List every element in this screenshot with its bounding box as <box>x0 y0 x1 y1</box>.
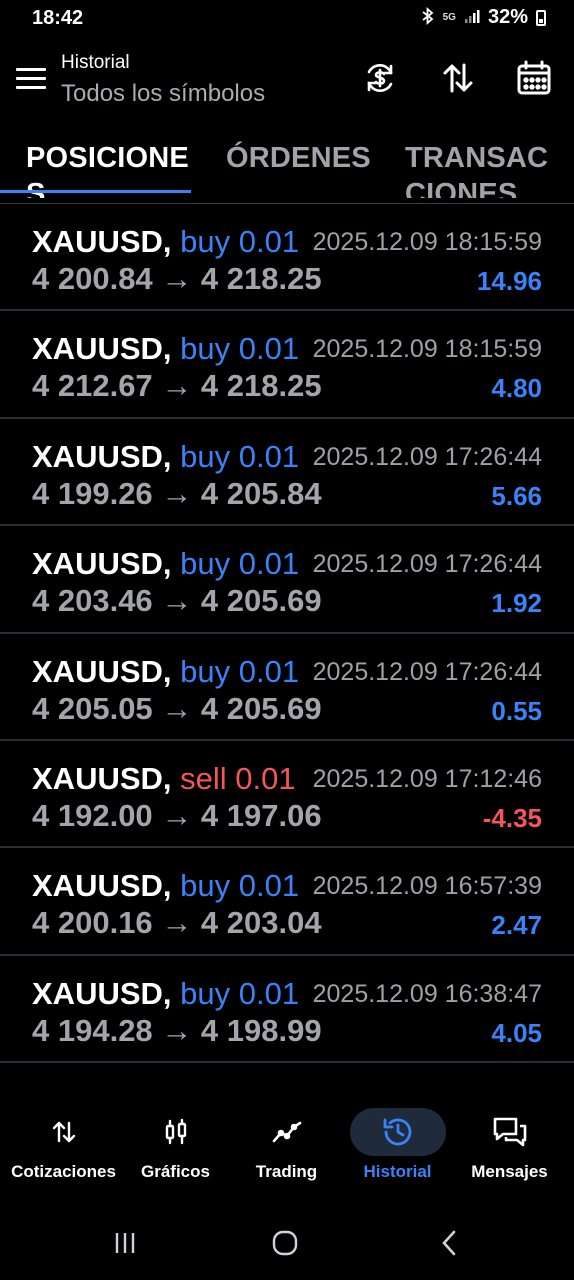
nav-quotes[interactable]: Cotizaciones <box>6 1100 121 1195</box>
trade-side: buy 0.01 <box>180 868 300 904</box>
profit-value: 1.92 <box>491 588 542 619</box>
symbol-label: XAUUSD, <box>32 224 172 259</box>
app-header: Historial Todos los símbolos <box>0 38 574 128</box>
position-row[interactable]: XAUUSD, buy 0.01 2025.12.09 17:26:44 4 205… <box>0 634 574 741</box>
tab-orders[interactable]: ÓRDENES <box>226 140 371 198</box>
symbol-label: XAUUSD, <box>32 975 172 1011</box>
status-bar: 18:42 5G 32% <box>0 0 574 38</box>
battery-icon <box>536 9 546 26</box>
position-symbol: XAUUSD, buy 0.01 <box>32 224 299 260</box>
symbol-label: XAUUSD, <box>32 546 172 582</box>
candlestick-icon <box>128 1108 224 1156</box>
symbol-label: XAUUSD, <box>32 868 172 904</box>
menu-icon[interactable] <box>16 68 46 92</box>
position-row[interactable]: XAUUSD, buy 0.01 2025.12.09 18:15:59 4 200… <box>0 204 574 312</box>
symbol-label: XAUUSD, <box>32 760 172 796</box>
position-time: 2025.12.09 17:26:44 <box>312 442 542 471</box>
position-symbol: XAUUSD, buy 0.01 <box>32 546 299 582</box>
trade-side: buy 0.01 <box>180 224 300 259</box>
nav-label: Mensajes <box>471 1162 548 1181</box>
trade-side: buy 0.01 <box>180 438 300 474</box>
profit-value: 2.47 <box>491 910 542 941</box>
position-symbol: XAUUSD, sell 0.01 <box>32 761 296 797</box>
profit-value: -4.35 <box>482 802 542 833</box>
symbol-label: XAUUSD, <box>32 653 172 689</box>
page-title: Historial <box>61 52 130 73</box>
sort-icon[interactable] <box>438 58 478 98</box>
price-range: 4 200.16 → 4 203.04 <box>32 905 322 941</box>
position-time: 2025.12.09 16:57:39 <box>312 872 542 901</box>
symbol-label: XAUUSD, <box>32 331 172 367</box>
nav-trading[interactable]: Trading <box>229 1100 344 1195</box>
symbol-label: XAUUSD, <box>32 438 172 474</box>
nav-messages[interactable]: Mensajes <box>452 1100 567 1195</box>
position-time: 2025.12.09 18:15:59 <box>312 335 542 364</box>
trend-line-icon <box>239 1108 335 1156</box>
home-icon[interactable] <box>270 1227 300 1259</box>
signal-icon <box>464 8 480 28</box>
profit-value: 4.80 <box>491 373 542 404</box>
trade-side: sell 0.01 <box>180 760 296 796</box>
status-indicators: 5G 32% <box>421 6 546 29</box>
profit-value: 0.55 <box>491 695 542 726</box>
price-range: 4 192.00 → 4 197.06 <box>32 797 322 833</box>
bluetooth-icon <box>421 6 435 29</box>
nav-history[interactable]: Historial <box>340 1100 455 1195</box>
network-type-label: 5G <box>442 11 456 23</box>
position-row[interactable]: XAUUSD, buy 0.01 2025.12.09 17:26:44 4 199… <box>0 419 574 527</box>
position-time: 2025.12.09 17:12:46 <box>312 764 542 793</box>
trade-side: buy 0.01 <box>180 331 300 367</box>
quotes-arrows-icon <box>16 1108 112 1156</box>
position-time: 2025.12.09 16:38:47 <box>312 979 542 1008</box>
position-time: 2025.12.09 17:26:44 <box>312 550 542 579</box>
price-range: 4 194.28 → 4 198.99 <box>32 1012 322 1048</box>
position-row[interactable]: XAUUSD, sell 0.01 2025.12.09 17:12:46 4 19… <box>0 741 574 849</box>
price-range: 4 203.46 → 4 205.69 <box>32 583 322 619</box>
position-symbol: XAUUSD, buy 0.01 <box>32 976 299 1012</box>
profit-value: 5.66 <box>491 480 542 511</box>
position-time: 2025.12.09 17:26:44 <box>312 657 542 686</box>
price-range: 4 199.26 → 4 205.84 <box>32 475 322 511</box>
symbol-filter[interactable]: Todos los símbolos <box>61 80 265 108</box>
positions-list: XAUUSD, buy 0.01 2025.12.09 18:15:59 4 200… <box>0 204 574 1064</box>
position-row[interactable]: XAUUSD, buy 0.01 2025.12.09 16:57:39 4 200… <box>0 848 574 956</box>
chat-bubbles-icon <box>462 1108 558 1156</box>
position-symbol: XAUUSD, buy 0.01 <box>32 439 299 475</box>
currency-sync-icon[interactable] <box>360 58 400 98</box>
history-tabs: POSICIONES ÓRDENES TRANSACCIONES <box>0 128 574 198</box>
price-range: 4 212.67 → 4 218.25 <box>32 368 322 404</box>
nav-label: Cotizaciones <box>11 1162 116 1181</box>
trade-side: buy 0.01 <box>180 653 300 689</box>
nav-label: Trading <box>255 1162 318 1181</box>
nav-label: Historial <box>363 1162 432 1181</box>
calendar-icon[interactable] <box>514 58 554 98</box>
tab-deals[interactable]: TRANSACCIONES <box>405 140 565 198</box>
position-symbol: XAUUSD, buy 0.01 <box>32 868 299 904</box>
back-icon[interactable] <box>434 1227 464 1259</box>
history-clock-icon <box>349 1108 446 1156</box>
active-tab-indicator <box>0 190 191 193</box>
status-time: 18:42 <box>32 7 84 29</box>
price-range: 4 205.05 → 4 205.69 <box>32 690 322 726</box>
nav-label: Gráficos <box>141 1162 210 1181</box>
position-row[interactable]: XAUUSD, buy 0.01 2025.12.09 16:38:47 4 194… <box>0 956 574 1064</box>
position-symbol: XAUUSD, buy 0.01 <box>32 654 299 690</box>
battery-percent: 32% <box>487 6 528 28</box>
price-range: 4 200.84 → 4 218.25 <box>32 261 322 296</box>
system-nav-bar <box>0 1215 574 1275</box>
position-row[interactable]: XAUUSD, buy 0.01 2025.12.09 17:26:44 4 203… <box>0 526 574 634</box>
profit-value: 4.05 <box>491 1017 542 1048</box>
nav-charts[interactable]: Gráficos <box>118 1100 233 1195</box>
bottom-nav: Cotizaciones Gráficos Trading Historial <box>0 1100 574 1200</box>
trade-side: buy 0.01 <box>180 546 300 582</box>
position-symbol: XAUUSD, buy 0.01 <box>32 331 299 367</box>
position-row[interactable]: XAUUSD, buy 0.01 2025.12.09 18:15:59 4 212… <box>0 311 574 419</box>
trade-side: buy 0.01 <box>180 975 300 1011</box>
position-time: 2025.12.09 18:15:59 <box>312 228 542 256</box>
profit-value: 14.96 <box>476 266 542 296</box>
recent-apps-icon[interactable] <box>110 1227 140 1259</box>
